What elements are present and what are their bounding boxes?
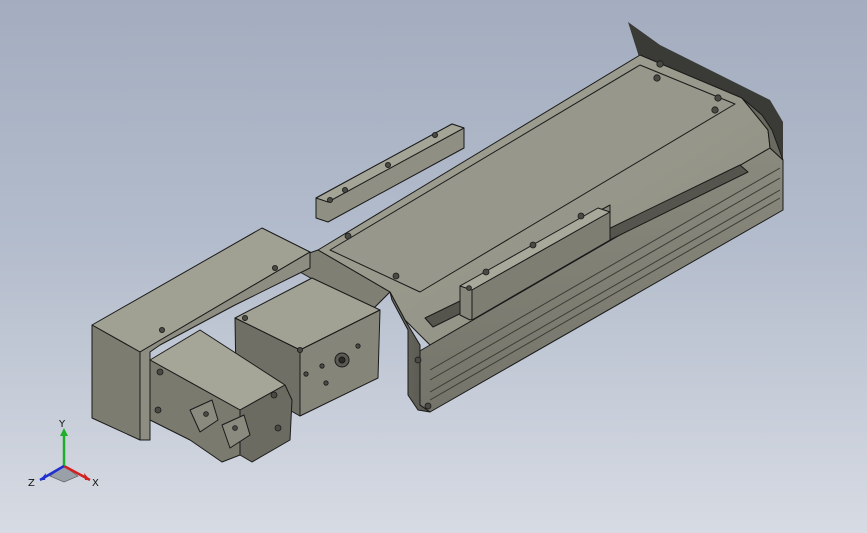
coupling-bore-inner xyxy=(338,356,346,364)
cad-viewport[interactable] xyxy=(0,0,867,533)
triad-base xyxy=(49,465,79,483)
triad-x-label: X xyxy=(92,478,99,489)
triad-z-label: Z xyxy=(28,478,35,489)
linear-actuator-model[interactable] xyxy=(91,22,784,463)
triad-x-arrowhead xyxy=(84,473,90,480)
triad-y-label: Y xyxy=(58,419,66,430)
orientation-triad: Y X Z xyxy=(28,419,99,489)
triad-z-arrowhead xyxy=(40,473,46,480)
